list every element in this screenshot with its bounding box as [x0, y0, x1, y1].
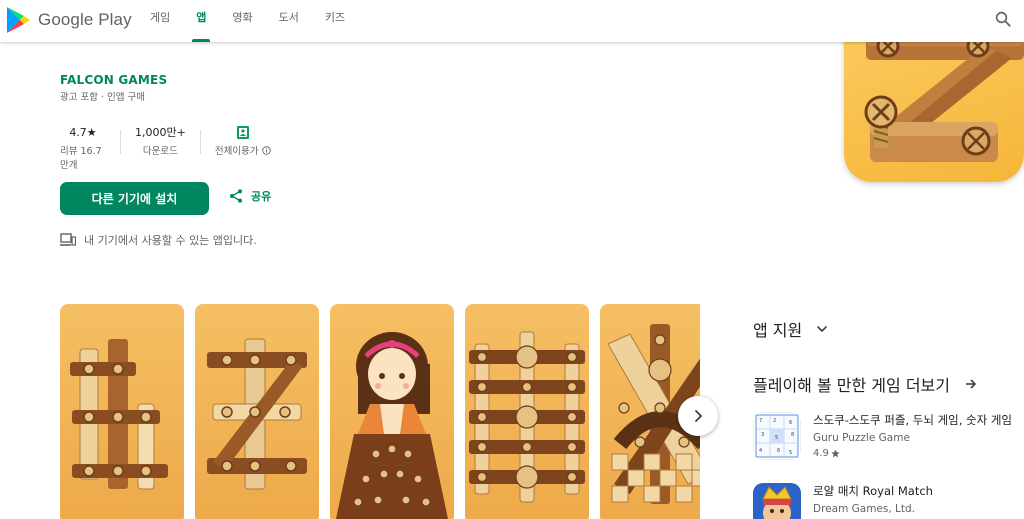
devices-icon [60, 233, 76, 246]
screenshot-2[interactable] [195, 304, 319, 519]
chevron-right-icon [695, 410, 703, 422]
screenshot-1[interactable] [60, 304, 184, 519]
game-rating-value: 4.9 [813, 448, 829, 459]
game-developer: Guru Puzzle Game [813, 432, 910, 444]
content-rating-label: 전체이용가 [214, 146, 259, 157]
rating-value: 4.7★ [69, 125, 97, 139]
carousel-next-button[interactable] [678, 396, 718, 436]
nav-apps[interactable]: 앱 [192, 0, 211, 42]
game-title: 스도쿠-스도쿠 퍼즐, 두뇌 게임, 숫자 게임 [813, 413, 1013, 427]
nav-kids[interactable]: 키즈 [325, 0, 345, 42]
chevron-down-icon [817, 326, 828, 333]
share-icon [230, 189, 242, 203]
downloads-label: 다운로드 [142, 146, 178, 157]
downloads-stat: 1,000만+ 다운로드 [121, 124, 200, 171]
star-icon [831, 449, 840, 458]
top-nav: 게임 앱 영화 도서 키즈 [150, 0, 371, 42]
nav-books[interactable]: 도서 [279, 0, 299, 42]
svg-text:3: 3 [761, 432, 764, 438]
list-item[interactable]: 7 2 6 3 5 8 4 6 5 스도쿠-스도쿠 퍼즐, 두뇌 게임, 숫자 게임 Gur… [753, 412, 1012, 460]
rating-stat[interactable]: 4.7★ 리뷰 16.7만개 [60, 124, 120, 172]
info-icon[interactable] [261, 145, 271, 155]
screenshot-4[interactable] [465, 304, 589, 519]
device-availability: 내 기기에서 사용할 수 있는 앱입니다. [60, 232, 257, 248]
svg-text:6: 6 [777, 448, 780, 454]
game-rating: 4.9 [813, 448, 1012, 459]
svg-text:4: 4 [759, 448, 762, 454]
share-label: 공유 [251, 190, 272, 203]
royal-match-app-icon [753, 483, 801, 519]
screenshot-carousel[interactable] [60, 304, 700, 519]
nav-movies[interactable]: 영화 [232, 0, 252, 42]
top-app-bar: Google Play 게임 앱 영화 도서 키즈 [0, 0, 1024, 42]
svg-text:2: 2 [773, 418, 776, 424]
review-count: 리뷰 16.7만개 [60, 146, 102, 171]
svg-text:7: 7 [759, 418, 762, 424]
device-note-text: 내 기기에서 사용할 수 있는 앱입니다. [84, 234, 257, 247]
game-developer: Dream Games, Ltd. [813, 503, 916, 515]
svg-text:5: 5 [789, 450, 792, 456]
play-logo-icon [7, 7, 30, 33]
ads-inapp-note: 광고 포함 · 인앱 구매 [60, 92, 146, 103]
app-support-section[interactable]: 앱 지원 [753, 317, 828, 341]
share-button[interactable]: 공유 [228, 188, 271, 204]
google-play-logo[interactable]: Google Play [6, 6, 132, 34]
similar-games-header[interactable]: 플레이해 볼 만한 게임 더보기 [753, 372, 978, 396]
app-stats: 4.7★ 리뷰 16.7만개 1,000만+ 다운로드 전체이용가 [60, 124, 285, 171]
arrow-right-icon [965, 379, 977, 389]
app-support-label: 앱 지원 [753, 321, 803, 340]
content-rating-stat[interactable]: 전체이용가 [201, 124, 285, 171]
svg-text:5: 5 [775, 435, 778, 441]
game-title: 로얄 매치 Royal Match [813, 484, 933, 498]
logo-text: Google Play [38, 10, 132, 29]
install-button[interactable]: 다른 기기에 설치 [60, 182, 209, 215]
list-item[interactable]: 로얄 매치 Royal Match Dream Games, Ltd. [753, 483, 933, 519]
svg-text:8: 8 [791, 432, 794, 438]
nav-games[interactable]: 게임 [150, 0, 170, 42]
screenshot-3[interactable] [330, 304, 454, 519]
developer-link[interactable]: FALCON GAMES [60, 73, 167, 87]
downloads-value: 1,000만+ [135, 126, 186, 139]
search-icon[interactable] [994, 10, 1012, 28]
svg-text:6: 6 [789, 420, 792, 426]
sudoku-app-icon: 7 2 6 3 5 8 4 6 5 [753, 412, 801, 460]
content-rating-icon [236, 124, 249, 140]
similar-games-label: 플레이해 볼 만한 게임 더보기 [753, 376, 950, 395]
